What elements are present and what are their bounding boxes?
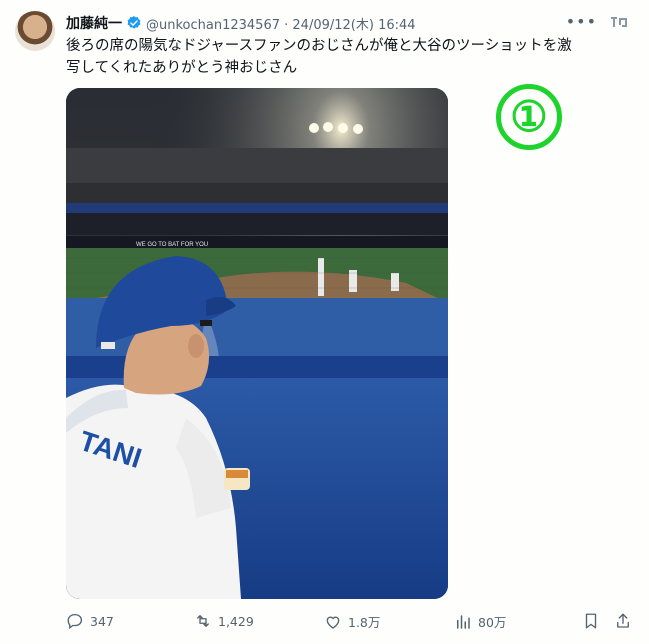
author-handle[interactable]: @unkochan1234567 · 24/09/12(木) 16:44 (146, 14, 416, 33)
like-count: 1.8万 (348, 615, 381, 630)
author-avatar[interactable] (15, 11, 55, 51)
share-button[interactable] (614, 612, 632, 630)
annotation-circled-number: ① (496, 84, 562, 150)
views-count: 80万 (478, 615, 507, 630)
like-icon (326, 616, 340, 629)
bookmark-icon (585, 613, 597, 629)
reply-count: 347 (90, 613, 114, 629)
views-button[interactable]: 80万 (454, 612, 506, 631)
tweet-text: 後ろの席の陽気なドジャースファンのおじさんが俺と大谷のツーショットを激写してくれ… (66, 38, 572, 76)
author-name[interactable]: 加藤純一 (66, 13, 122, 33)
retweet-button[interactable]: 1,429 (194, 612, 254, 630)
tweet-actions: 347 1,429 1.8万 80万 (62, 608, 640, 634)
more-icon[interactable]: ••• (566, 12, 597, 31)
share-icon (617, 613, 629, 628)
bookmark-button[interactable] (582, 612, 600, 630)
stadium-photo-illustration: WE GO TO BAT FOR YOU TANI (66, 88, 448, 599)
timestamp: · 24/09/12(木) 16:44 (284, 17, 416, 33)
retweet-icon (197, 615, 209, 627)
views-icon (457, 614, 470, 629)
retweet-count: 1,429 (218, 613, 254, 629)
banner-text: WE GO TO BAT FOR YOU (136, 242, 208, 248)
tweetgram-icon[interactable] (609, 14, 629, 30)
handle-text: @unkochan1234567 (146, 17, 280, 33)
reply-button[interactable]: 347 (66, 612, 114, 630)
verified-badge-icon (127, 16, 141, 29)
like-button[interactable]: 1.8万 (324, 612, 380, 631)
tweet-header: 加藤純一 @unkochan1234567 · 24/09/12(木) 16:4… (66, 12, 639, 34)
reply-icon (67, 613, 83, 630)
tweet-photo[interactable]: WE GO TO BAT FOR YOU TANI (66, 88, 448, 599)
